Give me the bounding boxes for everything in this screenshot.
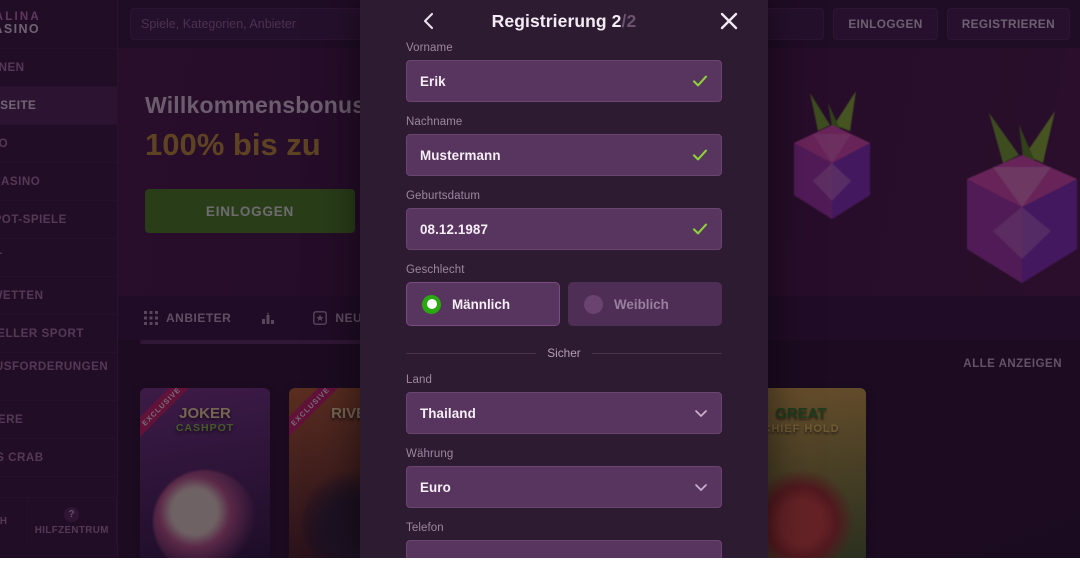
divider-line-right [591, 352, 723, 354]
land-value: Thailand [420, 405, 476, 421]
gender-option-female[interactable]: Weiblich [568, 282, 722, 326]
field-geburtsdatum: Geburtsdatum 08.12.1987 [406, 190, 722, 250]
registration-form: Vorname Erik Nachname Mustermann Geburts… [360, 42, 768, 558]
field-geburtsdatum-label: Geburtsdatum [406, 190, 481, 202]
nachname-value: Mustermann [420, 147, 501, 163]
registration-modal: Registrierung 2/2 Vorname Erik Nachname [360, 0, 768, 558]
field-waehrung: Währung Euro [406, 448, 722, 508]
field-geschlecht: Geschlecht Männlich Weiblich [406, 264, 722, 326]
chevron-left-icon[interactable] [418, 10, 440, 32]
field-telefon: Telefon [406, 522, 722, 558]
divider-line-left [406, 352, 537, 354]
browser-viewport: MALINA CASINO AKTIONEN STARTSEITE CASINO… [0, 0, 1080, 565]
modal-header: Registrierung 2/2 [360, 0, 768, 42]
waehrung-value: Euro [420, 479, 451, 495]
close-icon[interactable] [718, 10, 740, 32]
bottom-white-bar [0, 558, 1080, 565]
geburtsdatum-input[interactable]: 08.12.1987 [406, 208, 722, 250]
field-nachname: Nachname Mustermann [406, 116, 722, 176]
gender-female-label: Weiblich [614, 296, 669, 312]
chevron-down-icon [695, 410, 707, 417]
modal-title-main: Registrierung 2 [491, 10, 622, 31]
field-geschlecht-label: Geschlecht [406, 264, 465, 276]
divider-label: Sicher [547, 346, 581, 360]
modal-title-step: /2 [621, 10, 637, 31]
vorname-value: Erik [420, 73, 446, 89]
field-nachname-label: Nachname [406, 116, 463, 128]
nachname-input[interactable]: Mustermann [406, 134, 722, 176]
waehrung-select[interactable]: Euro [406, 466, 722, 508]
radio-selected-icon [422, 294, 441, 314]
chevron-down-icon [695, 484, 707, 491]
geburtsdatum-value: 08.12.1987 [420, 221, 489, 237]
field-land: Land Thailand [406, 374, 722, 434]
checkmark-icon [692, 223, 708, 235]
field-land-label: Land [406, 374, 432, 386]
field-telefon-label: Telefon [406, 522, 444, 534]
vorname-input[interactable]: Erik [406, 60, 722, 102]
radio-unselected-icon [584, 294, 603, 314]
secure-divider: Sicher [406, 346, 723, 360]
modal-title: Registrierung 2/2 [492, 11, 637, 32]
gender-option-male[interactable]: Männlich [406, 282, 560, 326]
field-vorname: Vorname Erik [406, 42, 722, 102]
checkmark-icon [692, 149, 708, 161]
field-vorname-label: Vorname [406, 42, 453, 54]
field-waehrung-label: Währung [406, 448, 454, 460]
checkmark-icon [692, 75, 708, 87]
gender-male-label: Männlich [452, 296, 511, 312]
telefon-input[interactable] [406, 540, 722, 558]
land-select[interactable]: Thailand [406, 392, 722, 434]
